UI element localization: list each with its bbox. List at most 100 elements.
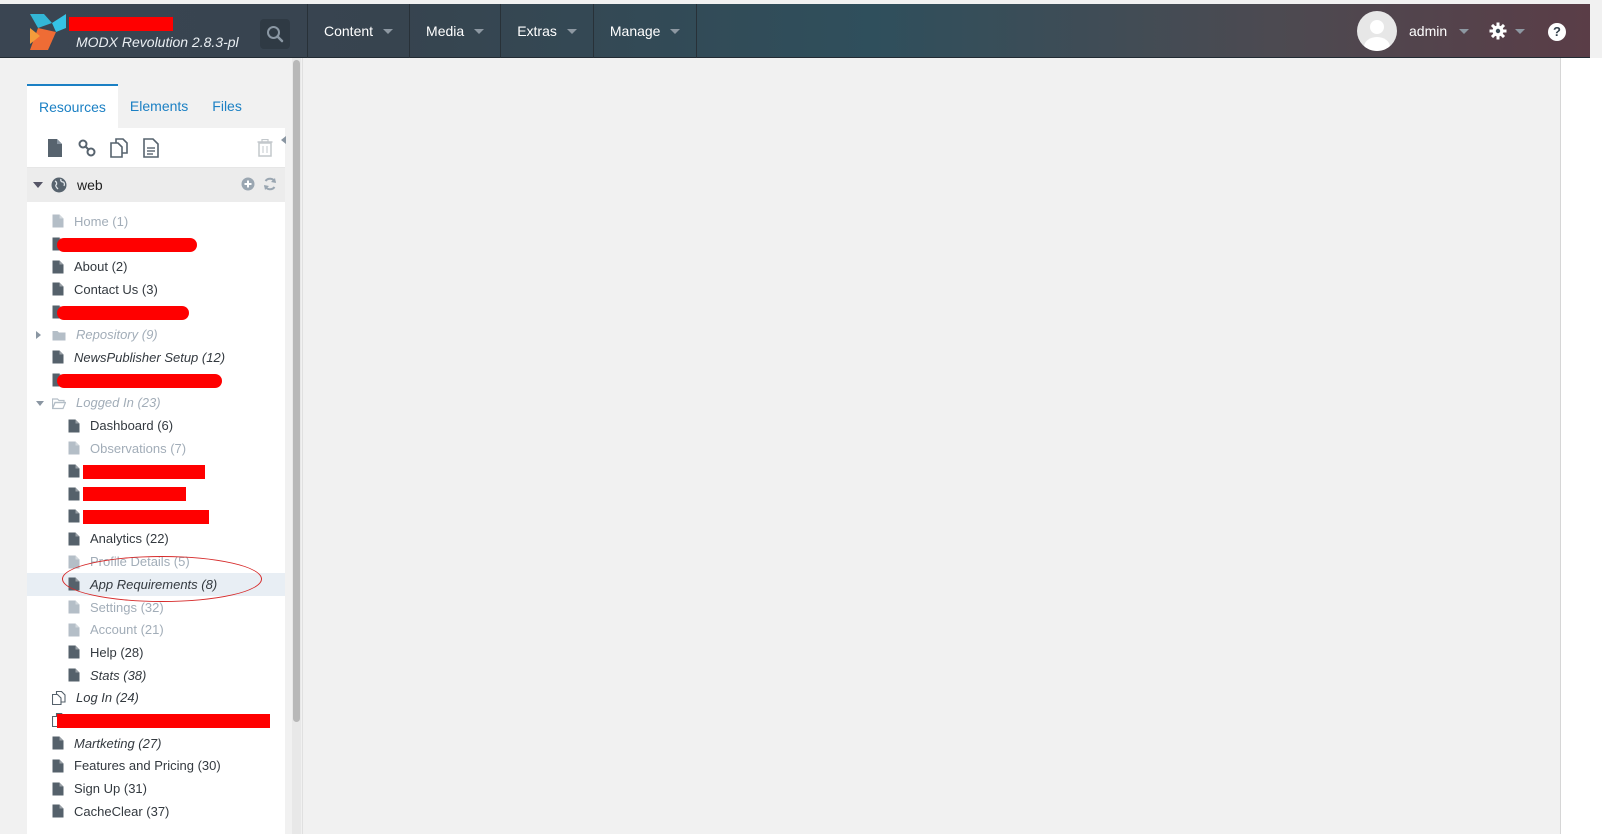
tree-node-label: Stats (38) bbox=[90, 667, 147, 683]
document-icon bbox=[52, 282, 74, 296]
tree-node[interactable]: Account (21) bbox=[27, 618, 285, 641]
new-static-resource-icon[interactable] bbox=[141, 137, 161, 158]
document-icon bbox=[52, 804, 74, 818]
tree-node-label: Log In (24) bbox=[76, 690, 139, 706]
tree-node-label: Repository (9) bbox=[76, 327, 158, 343]
chevron-down-icon bbox=[383, 28, 394, 34]
tree-node[interactable]: About (2) bbox=[27, 255, 285, 278]
tab-files[interactable]: Files bbox=[200, 84, 254, 128]
tree-node-label: Home (1) bbox=[74, 213, 129, 229]
tree-node[interactable]: Sign Up (31) bbox=[27, 777, 285, 800]
chevron-down-icon[interactable] bbox=[33, 182, 43, 188]
redaction-mark bbox=[57, 714, 270, 729]
tree-node[interactable]: Observations (7) bbox=[27, 437, 285, 460]
gear-icon bbox=[1489, 22, 1507, 40]
nav-manage[interactable]: Manage bbox=[594, 4, 698, 58]
help-icon[interactable]: ? bbox=[1548, 23, 1566, 41]
context-label: web bbox=[77, 177, 103, 193]
tree-node[interactable]: Stats (38) bbox=[27, 664, 285, 687]
nav-media-label: Media bbox=[426, 23, 465, 39]
chevron-right-icon[interactable] bbox=[36, 331, 41, 340]
tree-node-redacted[interactable] bbox=[27, 460, 285, 483]
user-menu[interactable]: admin bbox=[1357, 11, 1470, 51]
tab-resources[interactable]: Resources bbox=[27, 84, 118, 128]
tree-node-redacted[interactable] bbox=[27, 233, 285, 256]
symlink-icon bbox=[52, 690, 76, 705]
username: admin bbox=[1409, 23, 1448, 39]
resources-tab-content: web Home (1) About (2) Contact Us (3) Repos… bbox=[27, 128, 285, 834]
annotation-circle bbox=[62, 556, 262, 602]
document-icon bbox=[52, 736, 74, 750]
site-name-redaction bbox=[69, 17, 173, 31]
tree-node-label: Martketing (27) bbox=[74, 735, 162, 751]
redaction-mark bbox=[57, 373, 222, 388]
search-button[interactable] bbox=[260, 19, 290, 49]
new-document-icon[interactable] bbox=[45, 138, 65, 158]
tree-node-label: Help (28) bbox=[90, 644, 144, 660]
tree-node-label: Contact Us (3) bbox=[74, 281, 158, 297]
tree-toolbar bbox=[27, 128, 285, 168]
nav-extras[interactable]: Extras bbox=[501, 4, 594, 58]
tree-node-label: Observations (7) bbox=[90, 440, 187, 456]
avatar bbox=[1357, 11, 1397, 51]
redaction-mark bbox=[57, 237, 197, 252]
tree-node[interactable]: Dashboard (6) bbox=[27, 414, 285, 437]
user-icon bbox=[1364, 20, 1390, 51]
add-icon[interactable] bbox=[241, 177, 255, 191]
tree-node-label: NewsPublisher Setup (12) bbox=[74, 349, 226, 365]
tree-node[interactable]: Help (28) bbox=[27, 641, 285, 664]
tree-node[interactable]: Logged In (23) bbox=[27, 392, 285, 415]
chevron-down-icon bbox=[670, 28, 681, 34]
context-web[interactable]: web bbox=[27, 168, 285, 202]
panel-scrollbar[interactable] bbox=[292, 58, 301, 834]
collapse-panel-icon[interactable] bbox=[280, 130, 288, 150]
document-icon bbox=[52, 350, 74, 364]
tree-node-redacted[interactable] bbox=[27, 369, 285, 392]
folder-open-icon bbox=[52, 396, 76, 410]
new-weblink-icon[interactable] bbox=[77, 138, 97, 158]
chevron-down-icon[interactable] bbox=[36, 400, 44, 406]
document-icon bbox=[52, 759, 74, 773]
tree-node[interactable]: Martketing (27) bbox=[27, 732, 285, 755]
tree-node-redacted[interactable] bbox=[27, 301, 285, 324]
tree-node[interactable]: NewsPublisher Setup (12) bbox=[27, 346, 285, 369]
nav-content[interactable]: Content bbox=[308, 4, 411, 58]
scrollbar-thumb[interactable] bbox=[293, 60, 300, 722]
tree-node-redacted[interactable] bbox=[27, 505, 285, 528]
tree-node[interactable]: Log In (24) bbox=[27, 686, 285, 709]
version-label: MODX Revolution 2.8.3-pl bbox=[76, 34, 239, 50]
new-symlink-icon[interactable] bbox=[109, 137, 129, 158]
tree-node-redacted[interactable] bbox=[27, 709, 285, 732]
tree-node[interactable]: Contact Us (3) bbox=[27, 278, 285, 301]
tree-node[interactable]: Features and Pricing (30) bbox=[27, 755, 285, 778]
tree-node[interactable]: Analytics (22) bbox=[27, 528, 285, 551]
tree-node[interactable]: Home (1) bbox=[27, 210, 285, 233]
nav-manage-label: Manage bbox=[609, 23, 661, 39]
main-nav: Content Media Extras Manage bbox=[307, 4, 698, 58]
settings-menu[interactable] bbox=[1489, 22, 1525, 40]
tree-node-label: Logged In (23) bbox=[76, 395, 161, 411]
tree-node[interactable]: CacheClear (37) bbox=[27, 800, 285, 823]
tree-node-label: Sign Up (31) bbox=[74, 781, 147, 797]
document-icon bbox=[68, 532, 90, 546]
tab-elements[interactable]: Elements bbox=[118, 84, 200, 128]
redaction-mark bbox=[83, 464, 205, 479]
document-icon bbox=[52, 782, 74, 796]
nav-media[interactable]: Media bbox=[410, 4, 502, 58]
resource-tree: Home (1) About (2) Contact Us (3) Repositor… bbox=[27, 202, 285, 823]
document-icon bbox=[68, 668, 90, 682]
resource-panel: Resources Elements Files web Home (1) Ab… bbox=[27, 84, 285, 834]
main-content-area bbox=[302, 58, 1560, 834]
tree-node-label: Features and Pricing (30) bbox=[74, 758, 221, 774]
redaction-mark bbox=[83, 509, 209, 524]
tree-node[interactable]: Repository (9) bbox=[27, 323, 285, 346]
tree-node-label: About (2) bbox=[74, 259, 128, 275]
trash-icon[interactable] bbox=[255, 138, 275, 158]
chevron-down-icon bbox=[566, 28, 577, 34]
modx-logo-icon[interactable] bbox=[30, 14, 66, 50]
refresh-icon[interactable] bbox=[263, 177, 277, 191]
tree-node-redacted[interactable] bbox=[27, 482, 285, 505]
search-icon bbox=[267, 26, 284, 43]
chevron-down-icon bbox=[1459, 28, 1470, 34]
redaction-mark bbox=[83, 487, 186, 502]
